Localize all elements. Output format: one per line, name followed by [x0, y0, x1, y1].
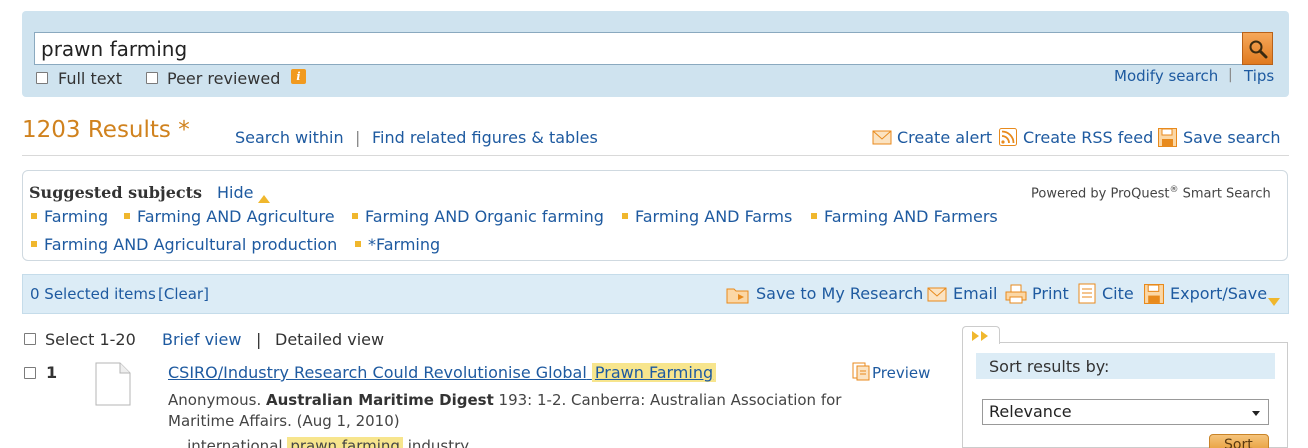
subject-link[interactable]: Farming AND Farmers: [824, 207, 998, 226]
bullet-icon: [352, 213, 358, 219]
preview-icon: [852, 362, 870, 385]
results-count: 1203 Results *: [22, 117, 190, 143]
cite-document-icon: [1078, 283, 1096, 304]
clear-selection-link[interactable]: [Clear]: [158, 285, 209, 303]
subject-link[interactable]: Farming AND Agriculture: [137, 207, 335, 226]
bullet-icon: [811, 213, 817, 219]
sort-select[interactable]: Relevance: [982, 399, 1269, 425]
result-checkbox[interactable]: [24, 367, 36, 379]
collapse-sidebar-tab[interactable]: [962, 326, 1000, 344]
bullet-icon: [31, 213, 37, 219]
info-icon[interactable]: i: [291, 69, 306, 84]
save-disk-icon: [1144, 284, 1164, 304]
printer-icon: [1005, 284, 1027, 304]
detailed-view-label: Detailed view: [275, 330, 385, 349]
chevron-down-icon[interactable]: [1268, 291, 1280, 310]
find-related-link[interactable]: Find related figures & tables: [372, 128, 598, 147]
bullet-icon: [31, 241, 37, 247]
full-text-checkbox[interactable]: [36, 72, 48, 84]
subject-link[interactable]: Farming AND Agricultural production: [44, 235, 337, 254]
search-icon: [1249, 40, 1267, 58]
bullet-icon: [355, 241, 361, 247]
divider: [22, 155, 1289, 156]
selected-count: 0 Selected items: [30, 285, 156, 303]
email-button[interactable]: Email: [953, 284, 997, 303]
tips-link[interactable]: Tips: [1244, 67, 1274, 85]
folder-save-icon: [726, 285, 750, 304]
peer-reviewed-label: Peer reviewed: [167, 69, 281, 88]
document-icon: [95, 362, 131, 410]
sort-button-label: Sort: [1224, 437, 1253, 448]
chevron-up-icon[interactable]: [258, 188, 270, 207]
search-within-link[interactable]: Search within: [235, 128, 344, 147]
print-button[interactable]: Print: [1032, 284, 1069, 303]
save-disk-icon: [1158, 128, 1177, 147]
result-title-link[interactable]: CSIRO/Industry Research Could Revolution…: [168, 363, 717, 382]
rss-icon: [999, 128, 1017, 146]
result-snippet: ... international prawn farming industry…: [168, 436, 481, 448]
select-all-checkbox[interactable]: [24, 333, 36, 345]
hide-subjects-link[interactable]: Hide: [217, 183, 253, 202]
suggested-subjects-title: Suggested subjects: [29, 183, 203, 202]
sort-title: Sort results by:: [989, 357, 1110, 376]
brief-view-link[interactable]: Brief view: [162, 330, 241, 349]
separator: |: [256, 330, 262, 349]
save-to-research-button[interactable]: Save to My Research: [756, 284, 923, 303]
save-search-link[interactable]: Save search: [1183, 128, 1281, 147]
create-alert-link[interactable]: Create alert: [897, 128, 992, 147]
double-chevron-right-icon: [972, 331, 988, 341]
bullet-icon: [124, 213, 130, 219]
envelope-icon: [927, 287, 947, 302]
cite-button[interactable]: Cite: [1102, 284, 1134, 303]
result-citation: Anonymous. Australian Maritime Digest 19…: [168, 391, 842, 430]
sort-selected-value: Relevance: [989, 402, 1072, 421]
select-range-label: Select 1-20: [45, 330, 136, 349]
sort-button[interactable]: Sort: [1209, 434, 1269, 448]
separator: |: [1228, 67, 1233, 83]
subject-link[interactable]: Farming AND Organic farming: [365, 207, 604, 226]
peer-reviewed-checkbox[interactable]: [146, 72, 158, 84]
envelope-icon: [872, 130, 892, 145]
search-input[interactable]: [34, 32, 1243, 65]
bullet-icon: [622, 213, 628, 219]
powered-by-label: Powered by ProQuest® Smart Search: [1031, 185, 1271, 202]
selected-items-bar: [22, 274, 1289, 314]
subject-link[interactable]: Farming: [44, 207, 108, 226]
subject-link[interactable]: Farming AND Farms: [635, 207, 792, 226]
modify-search-link[interactable]: Modify search: [1114, 67, 1218, 85]
chevron-down-icon: [1252, 411, 1260, 416]
separator: |: [355, 128, 361, 147]
subject-link[interactable]: *Farming: [368, 235, 440, 254]
create-rss-link[interactable]: Create RSS feed: [1023, 128, 1153, 147]
search-button[interactable]: [1242, 32, 1273, 65]
result-number: 1: [46, 363, 58, 382]
preview-link[interactable]: Preview: [872, 364, 930, 382]
export-save-button[interactable]: Export/Save: [1170, 284, 1267, 303]
full-text-label: Full text: [58, 69, 123, 88]
